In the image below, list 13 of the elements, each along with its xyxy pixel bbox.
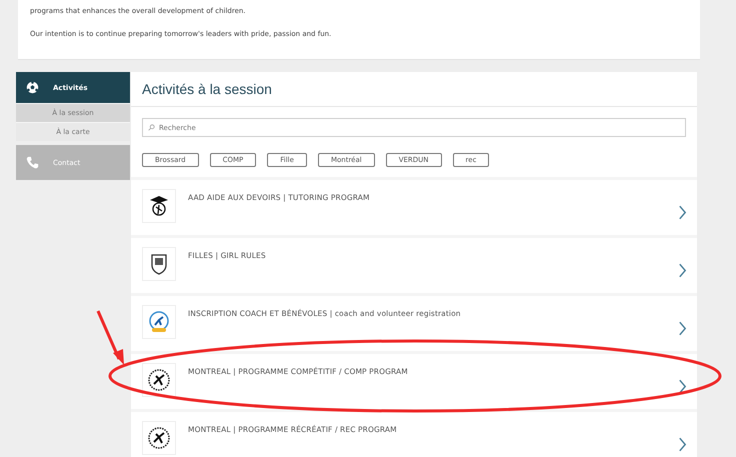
chevron-right-icon: [678, 321, 687, 336]
phone-icon: [26, 156, 39, 169]
chevron-right-icon: [678, 437, 687, 452]
soccer-ball-icon: [26, 81, 39, 94]
chevron-right-icon: [678, 205, 687, 220]
chevron-right-icon: [678, 379, 687, 394]
runner-stamp-icon: [147, 368, 171, 392]
search-icon: [148, 124, 155, 131]
chevron-right-icon: [678, 263, 687, 278]
runner-stamp-icon: [147, 426, 171, 450]
runner-badge-icon: [147, 310, 171, 334]
annotation-arrow: [95, 309, 125, 367]
panel-title: Activités à la session: [131, 72, 697, 107]
